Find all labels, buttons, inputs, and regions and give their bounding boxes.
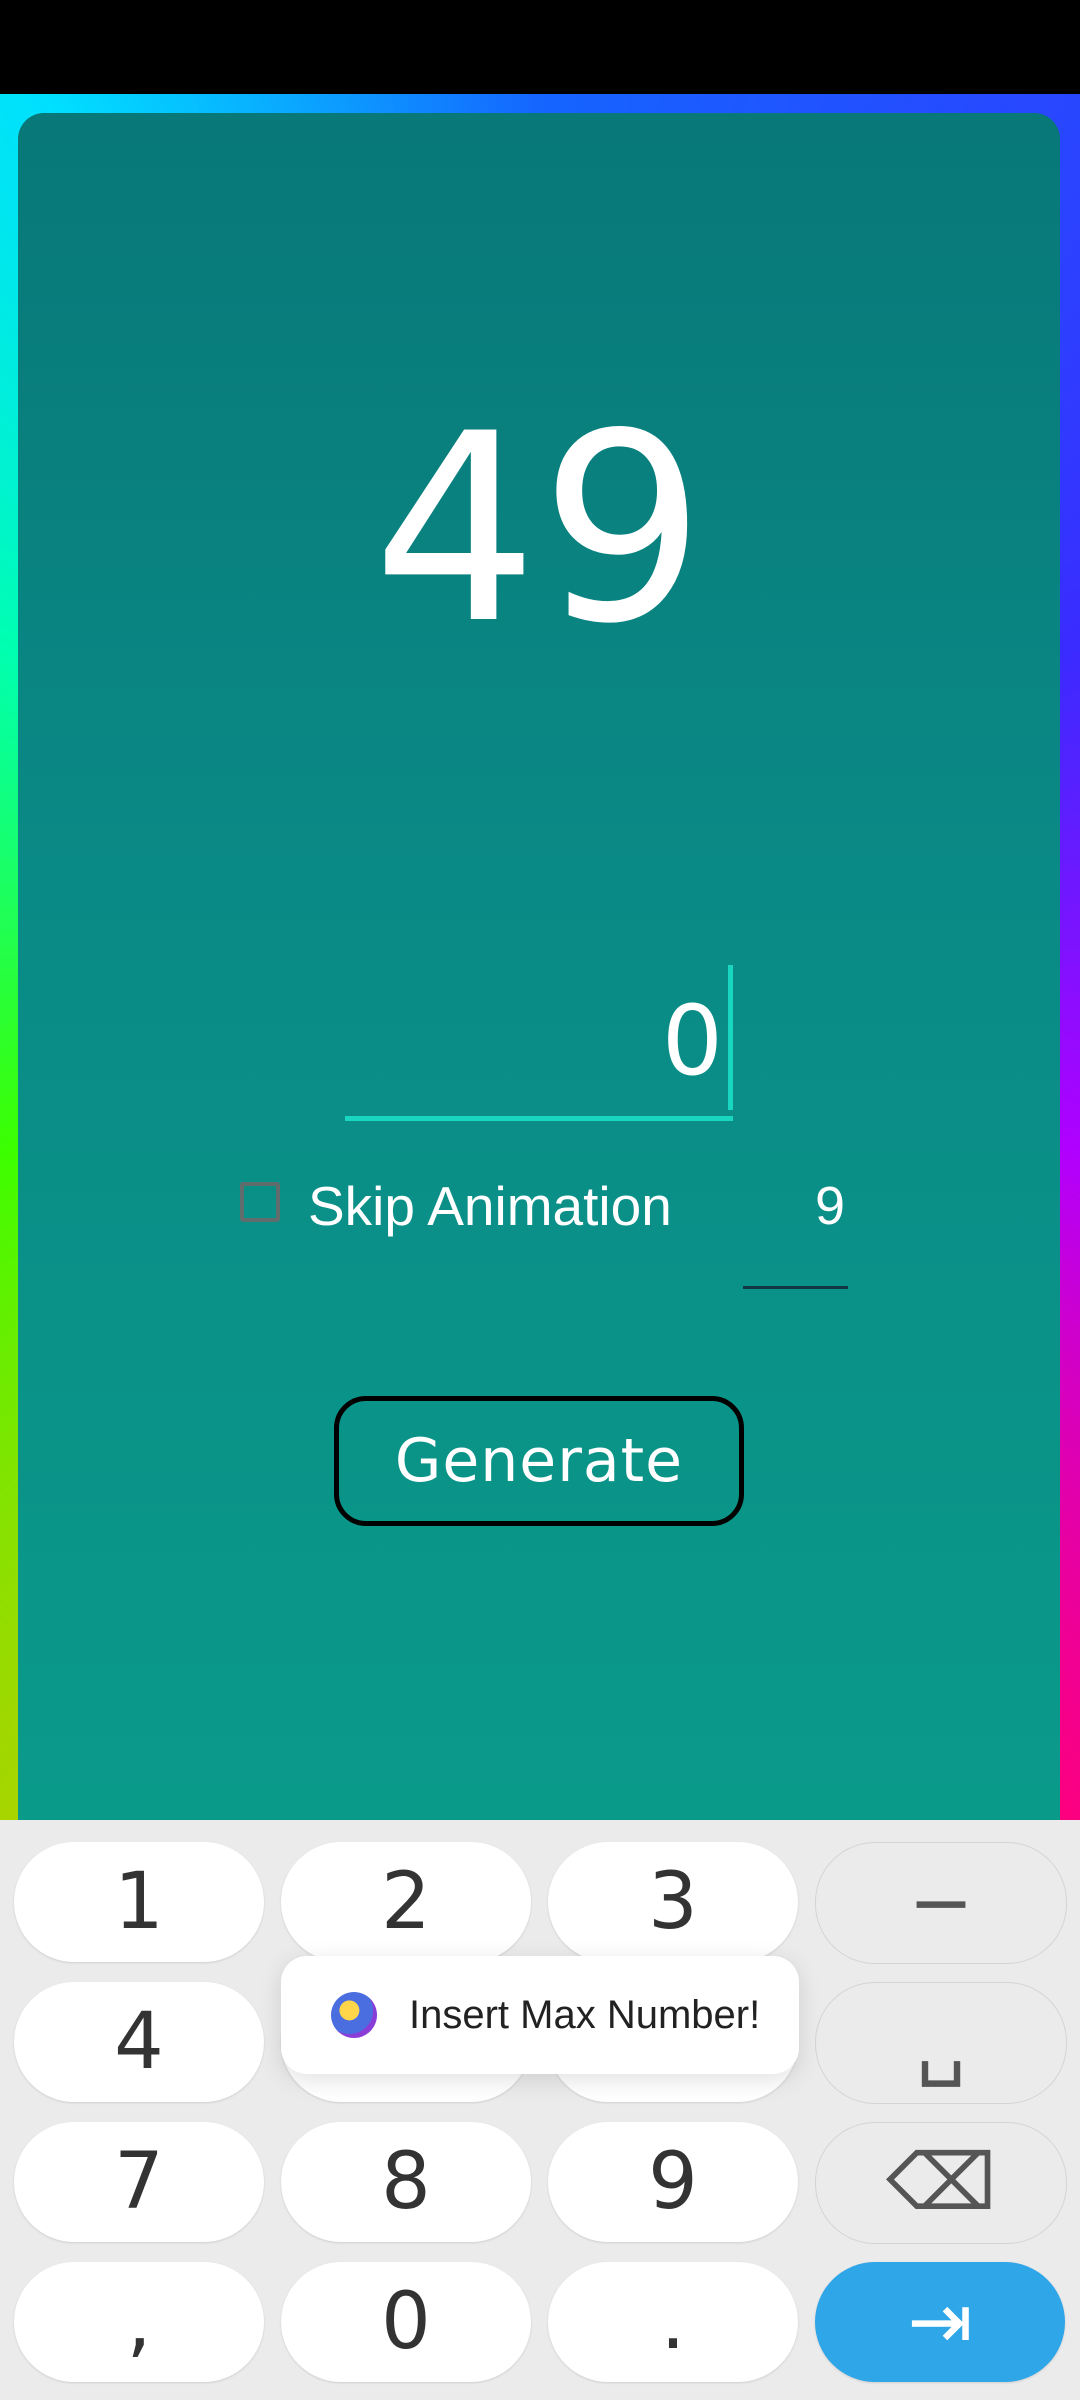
max-number-value: 0 — [661, 985, 723, 1097]
app-icon — [331, 1992, 377, 2038]
key-space[interactable]: ␣ — [815, 1982, 1067, 2104]
skip-animation-row: Skip Animation 9 — [238, 1178, 858, 1289]
text-caret — [728, 965, 733, 1110]
duration-input[interactable]: 9 — [743, 1176, 848, 1289]
numeric-keyboard: 1 2 3 − 4 5 6 ␣ 7 8 9 ⌫ , 0 . ⇥ — [0, 1820, 1080, 2400]
key-7[interactable]: 7 — [14, 2122, 264, 2242]
key-minus[interactable]: − — [815, 1842, 1067, 1964]
skip-animation-checkbox[interactable] — [240, 1182, 280, 1222]
input-underline — [345, 1116, 733, 1121]
key-comma[interactable]: , — [14, 2262, 264, 2382]
max-number-input[interactable]: 0 — [345, 965, 733, 1121]
duration-value: 9 — [814, 1176, 845, 1236]
key-8[interactable]: 8 — [281, 2122, 531, 2242]
key-1[interactable]: 1 — [14, 1842, 264, 1962]
skip-animation-label[interactable]: Skip Animation — [308, 1178, 672, 1234]
toast-message: Insert Max Number! — [281, 1956, 799, 2074]
key-9[interactable]: 9 — [548, 2122, 798, 2242]
key-backspace-icon[interactable]: ⌫ — [815, 2122, 1067, 2244]
key-3[interactable]: 3 — [548, 1842, 798, 1962]
key-enter-icon[interactable]: ⇥ — [815, 2262, 1065, 2382]
generated-number: 49 — [372, 379, 708, 681]
key-period[interactable]: . — [548, 2262, 798, 2382]
key-4[interactable]: 4 — [14, 1982, 264, 2102]
key-2[interactable]: 2 — [281, 1842, 531, 1962]
toast-text: Insert Max Number! — [409, 1992, 761, 2037]
generate-button[interactable]: Generate — [334, 1396, 744, 1526]
duration-underline — [743, 1286, 848, 1289]
status-bar — [0, 0, 1080, 94]
key-0[interactable]: 0 — [281, 2262, 531, 2382]
